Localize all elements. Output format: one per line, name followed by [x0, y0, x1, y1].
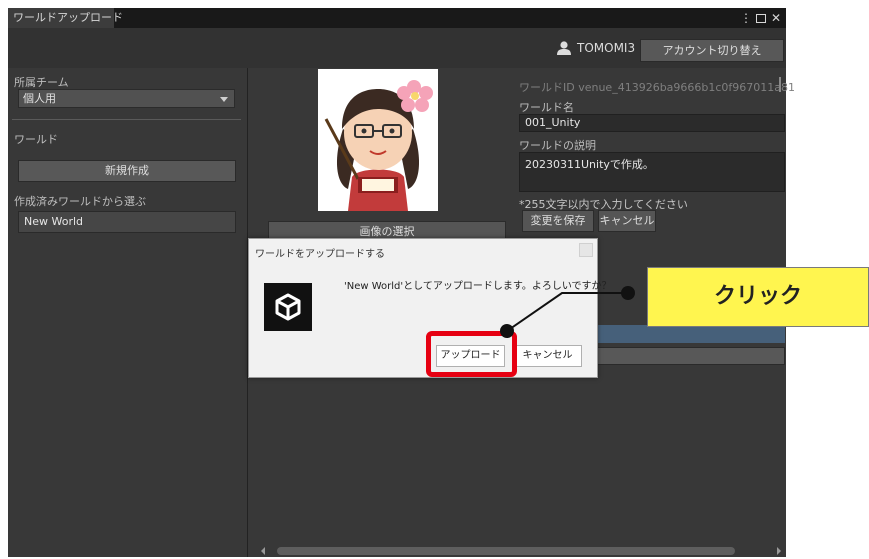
click-callout: クリック [647, 267, 869, 327]
